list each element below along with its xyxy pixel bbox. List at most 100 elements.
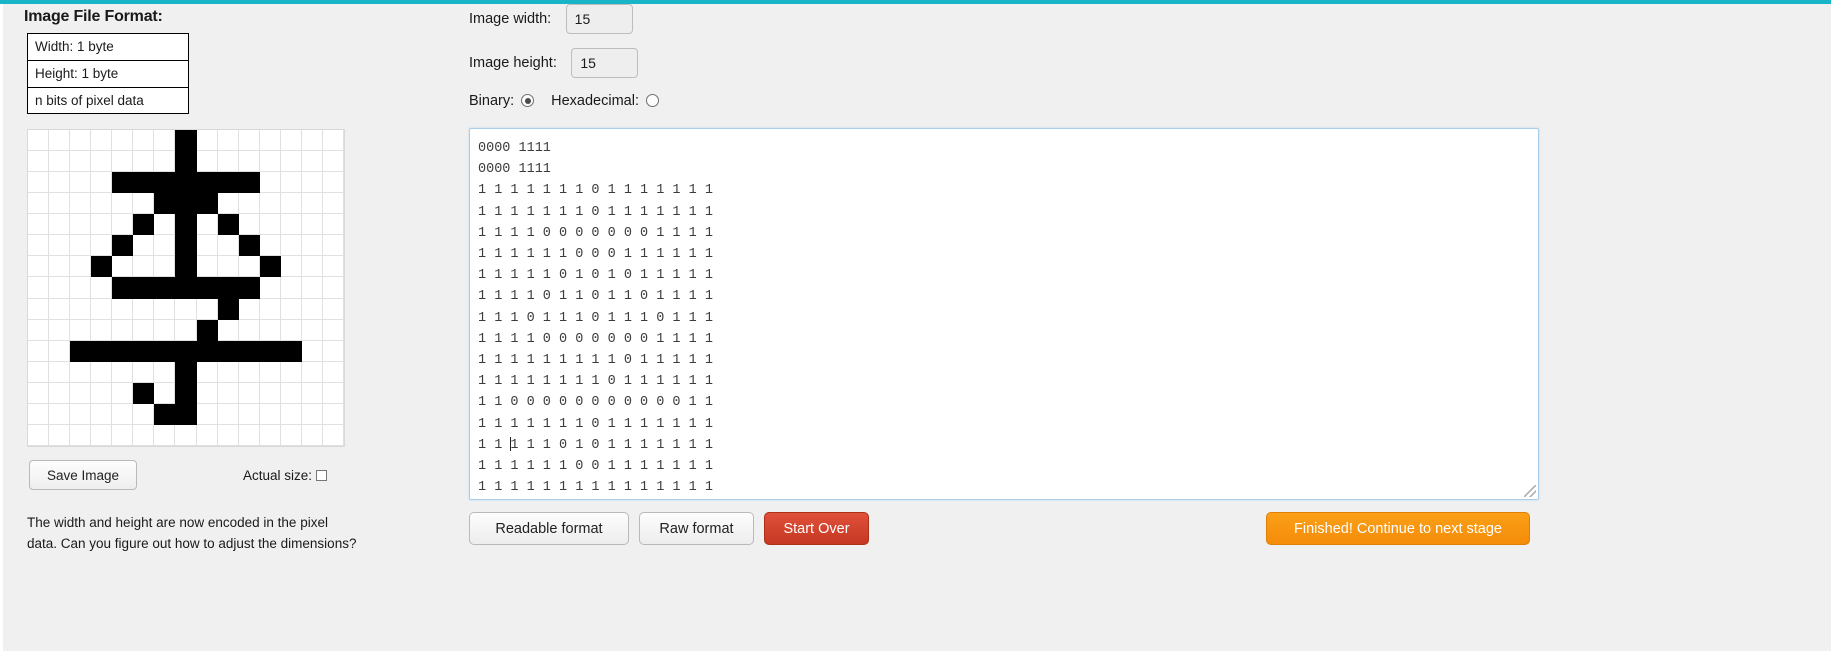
pixel-cell[interactable] <box>238 214 260 236</box>
pixel-cell[interactable] <box>238 256 260 278</box>
pixel-cell[interactable] <box>280 403 302 425</box>
pixel-cell[interactable] <box>217 214 239 236</box>
pixel-cell[interactable] <box>301 172 323 194</box>
pixel-grid-canvas[interactable] <box>27 129 345 447</box>
readable-format-button[interactable]: Readable format <box>469 512 629 545</box>
pixel-cell[interactable] <box>49 319 71 341</box>
pixel-cell[interactable] <box>112 151 134 173</box>
pixel-cell[interactable] <box>112 277 134 299</box>
pixel-cell[interactable] <box>196 193 218 215</box>
pixel-cell[interactable] <box>49 361 71 383</box>
pixel-cell[interactable] <box>70 172 92 194</box>
pixel-cell[interactable] <box>322 214 344 236</box>
pixel-cell[interactable] <box>112 172 134 194</box>
pixel-cell[interactable] <box>175 403 197 425</box>
pixel-cell[interactable] <box>196 151 218 173</box>
pixel-cell[interactable] <box>217 256 239 278</box>
pixel-cell[interactable] <box>70 424 92 446</box>
pixel-cell[interactable] <box>322 319 344 341</box>
pixel-cell[interactable] <box>175 319 197 341</box>
pixel-cell[interactable] <box>133 256 155 278</box>
pixel-cell[interactable] <box>154 235 176 257</box>
pixel-cell[interactable] <box>259 403 281 425</box>
pixel-cell[interactable] <box>322 340 344 362</box>
pixel-cell[interactable] <box>238 151 260 173</box>
pixel-cell[interactable] <box>259 319 281 341</box>
pixel-cell[interactable] <box>91 319 113 341</box>
pixel-cell[interactable] <box>217 361 239 383</box>
pixel-cell[interactable] <box>70 256 92 278</box>
actual-size-control[interactable]: Actual size: <box>243 468 328 483</box>
pixel-cell[interactable] <box>280 172 302 194</box>
pixel-cell[interactable] <box>175 298 197 320</box>
pixel-cell[interactable] <box>196 361 218 383</box>
pixel-cell[interactable] <box>175 382 197 404</box>
binary-data-textarea[interactable]: 0000 1111 0000 1111 1 1 1 1 1 1 1 0 1 1 1 … <box>469 128 1539 500</box>
pixel-cell[interactable] <box>217 172 239 194</box>
pixel-cell[interactable] <box>217 424 239 446</box>
pixel-cell[interactable] <box>301 277 323 299</box>
pixel-cell[interactable] <box>49 403 71 425</box>
save-image-button[interactable]: Save Image <box>29 460 137 490</box>
pixel-cell[interactable] <box>259 382 281 404</box>
pixel-cell[interactable] <box>70 298 92 320</box>
pixel-cell[interactable] <box>301 424 323 446</box>
pixel-cell[interactable] <box>196 277 218 299</box>
pixel-cell[interactable] <box>49 256 71 278</box>
pixel-cell[interactable] <box>301 319 323 341</box>
pixel-cell[interactable] <box>154 151 176 173</box>
pixel-cell[interactable] <box>196 130 218 152</box>
binary-radio[interactable] <box>521 94 535 108</box>
pixel-cell[interactable] <box>133 424 155 446</box>
pixel-cell[interactable] <box>133 130 155 152</box>
pixel-cell[interactable] <box>70 319 92 341</box>
image-width-input[interactable]: 15 <box>565 4 633 34</box>
pixel-cell[interactable] <box>175 193 197 215</box>
pixel-cell[interactable] <box>154 298 176 320</box>
pixel-cell[interactable] <box>259 361 281 383</box>
pixel-cell[interactable] <box>70 235 92 257</box>
pixel-cell[interactable] <box>301 151 323 173</box>
pixel-cell[interactable] <box>133 361 155 383</box>
pixel-cell[interactable] <box>133 277 155 299</box>
pixel-cell[interactable] <box>280 256 302 278</box>
pixel-cell[interactable] <box>91 298 113 320</box>
pixel-cell[interactable] <box>196 403 218 425</box>
pixel-cell[interactable] <box>91 424 113 446</box>
pixel-cell[interactable] <box>217 277 239 299</box>
pixel-cell[interactable] <box>112 214 134 236</box>
pixel-cell[interactable] <box>238 361 260 383</box>
pixel-cell[interactable] <box>301 130 323 152</box>
pixel-cell[interactable] <box>49 130 71 152</box>
pixel-cell[interactable] <box>175 424 197 446</box>
pixel-cell[interactable] <box>238 235 260 257</box>
pixel-cell[interactable] <box>154 277 176 299</box>
pixel-cell[interactable] <box>175 214 197 236</box>
pixel-cell[interactable] <box>301 298 323 320</box>
pixel-cell[interactable] <box>112 424 134 446</box>
pixel-cell[interactable] <box>112 361 134 383</box>
pixel-cell[interactable] <box>301 361 323 383</box>
pixel-cell[interactable] <box>196 214 218 236</box>
pixel-cell[interactable] <box>280 298 302 320</box>
pixel-cell[interactable] <box>217 340 239 362</box>
pixel-cell[interactable] <box>280 424 302 446</box>
pixel-cell[interactable] <box>154 172 176 194</box>
pixel-cell[interactable] <box>238 403 260 425</box>
pixel-cell[interactable] <box>28 424 50 446</box>
pixel-cell[interactable] <box>259 193 281 215</box>
pixel-cell[interactable] <box>49 424 71 446</box>
pixel-cell[interactable] <box>70 340 92 362</box>
pixel-cell[interactable] <box>301 256 323 278</box>
pixel-cell[interactable] <box>322 256 344 278</box>
pixel-cell[interactable] <box>280 382 302 404</box>
pixel-cell[interactable] <box>280 277 302 299</box>
pixel-cell[interactable] <box>49 172 71 194</box>
pixel-cell[interactable] <box>322 235 344 257</box>
pixel-cell[interactable] <box>301 340 323 362</box>
pixel-cell[interactable] <box>28 382 50 404</box>
pixel-cell[interactable] <box>322 382 344 404</box>
pixel-cell[interactable] <box>238 172 260 194</box>
pixel-cell[interactable] <box>112 256 134 278</box>
image-height-input[interactable]: 15 <box>571 48 639 78</box>
